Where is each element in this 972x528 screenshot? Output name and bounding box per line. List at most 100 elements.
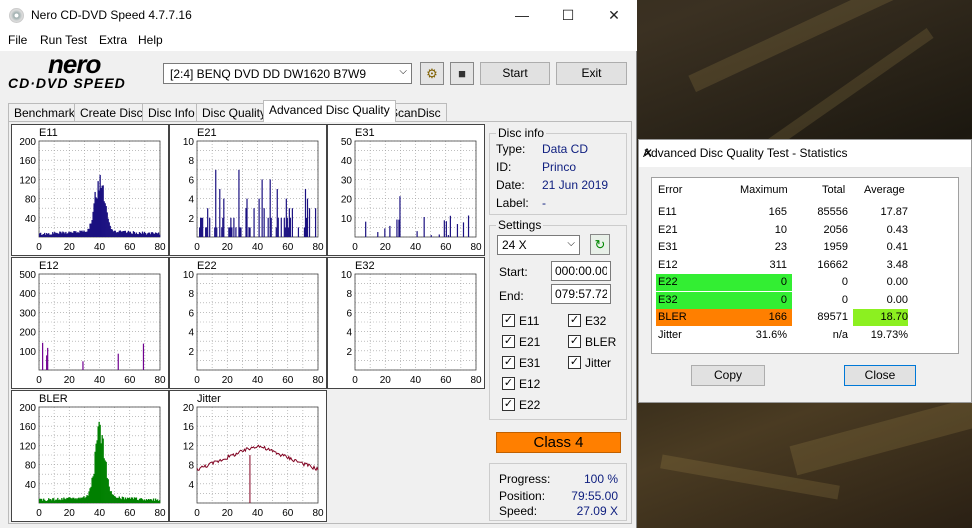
y-tick-label: 8 [188,289,194,300]
data-bar [216,227,218,237]
stats-cell-max: 311 [769,258,787,271]
start-input[interactable] [551,261,611,281]
check-icon: ✓ [502,314,515,327]
data-bar [447,235,449,237]
x-tick-label: 40 [410,375,422,386]
check-icon: ✓ [568,356,581,369]
chart-title: E32 [355,260,375,272]
logo-product: CD·DVD SPEED [8,75,126,91]
data-bar [396,219,398,237]
copy-button[interactable]: Copy [691,365,765,386]
x-tick-label: 0 [194,375,200,386]
data-bar [42,342,44,370]
data-bar [314,208,317,237]
tab-disc-info[interactable]: Disc Info [142,103,201,122]
chart-title: BLER [39,393,68,405]
y-tick-label: 400 [19,289,36,300]
chevron-down-icon: ⌵ [567,238,575,249]
header-average: Average [864,184,905,196]
start-label: Start: [499,265,528,279]
stats-cell-total: 2056 [823,223,848,236]
close-button[interactable]: ✕ [599,4,629,26]
x-tick-label: 60 [282,375,294,386]
data-bar [389,225,391,237]
tab-advanced-disc-quality[interactable]: Advanced Disc Quality [263,100,396,122]
data-bar [209,217,211,237]
data-bar [235,227,237,237]
y-tick-label: 2 [346,347,352,358]
speed-select[interactable]: 24 X ⌵ [497,235,580,255]
menu-file[interactable]: File [8,33,27,47]
stats-title-bar[interactable]: Advanced Disc Quality Test - Statistics … [639,140,971,167]
x-tick-label: 40 [94,375,106,386]
stats-cell-error: E11 [658,206,677,218]
y-tick-label: 2 [188,347,194,358]
data-bar [117,353,119,370]
data-bar [202,217,204,237]
tab-create-disc[interactable]: Create Disc [74,103,149,122]
stats-cell-avg: 0.41 [886,241,908,253]
x-tick-label: 20 [222,375,234,386]
data-bar [246,198,248,237]
save-button[interactable]: ■ [450,62,474,85]
x-tick-label: 60 [282,508,294,519]
menu-help[interactable]: Help [138,33,163,47]
stats-cell-error: E21 [658,223,678,236]
chart-plot: 1086420 20 40 60 80 [341,270,482,386]
stats-cell-max: 31.6% [755,328,787,341]
check-icon: ✓ [502,335,515,348]
data-bar [258,198,260,237]
data-bar [219,189,221,237]
check-icon: ✓ [568,314,581,327]
close-icon[interactable]: ✕ [643,146,963,160]
refresh-icon: ↻ [594,237,606,252]
maximize-button[interactable]: ☐ [553,4,583,26]
start-button[interactable]: Start [480,62,550,85]
x-tick-label: 20 [380,242,392,253]
y-tick-label: 80 [25,461,37,472]
y-tick-label: 160 [19,422,36,433]
data-bar [399,196,401,237]
drive-select[interactable]: [2:4] BENQ DVD DD DW1620 B7W9 ⌵ [163,63,412,84]
data-bar [158,500,161,503]
data-bar [449,215,451,237]
chart-title: E22 [197,260,217,272]
y-tick-label: 6 [188,175,194,186]
y-tick-label: 300 [19,308,36,319]
data-bar [231,227,233,237]
tab-disc-quality[interactable]: Disc Quality [196,103,273,122]
stats-cell-total: 0 [841,293,848,306]
minimize-button[interactable]: — [507,4,537,26]
stats-cell-total: 1959 [823,241,848,253]
data-bar [142,343,145,370]
speed-select-value: 24 X [502,238,527,252]
progress-label: Progress: [499,472,551,486]
menu-extra[interactable]: Extra [99,33,127,47]
refresh-button[interactable]: ↻ [590,234,610,255]
stats-cell-avg: 0.00 [886,293,908,306]
x-tick-label: 0 [36,508,42,519]
stats-cell-avg: 18.70 [853,309,908,326]
header-error: Error [658,184,683,196]
tab-benchmark[interactable]: Benchmark [8,103,81,122]
menu-run-test[interactable]: Run Test [40,33,87,47]
data-bar [462,222,465,237]
statistics-dialog: Advanced Disc Quality Test - Statistics … [638,139,972,403]
header-total: Total [822,184,846,196]
end-input[interactable] [551,284,611,304]
end-label: End: [499,289,524,303]
speed-value: 27.09 X [576,504,618,518]
eject-button[interactable]: ⚙ [420,62,444,85]
y-tick-label: 200 [19,328,36,339]
exit-button[interactable]: Exit [556,62,627,85]
check-icon: ✓ [568,335,581,348]
x-tick-label: 60 [124,508,136,519]
title-bar[interactable]: Nero CD-DVD Speed 4.7.7.16 — ☐ ✕ [0,0,637,30]
stats-close-button[interactable]: Close [844,365,916,386]
id-label: ID: [496,160,512,174]
x-tick-label: 0 [36,242,42,253]
x-tick-label: 20 [222,242,234,253]
x-tick-label: 80 [154,508,166,519]
x-tick-label: 80 [312,508,324,519]
data-bar [467,215,470,237]
